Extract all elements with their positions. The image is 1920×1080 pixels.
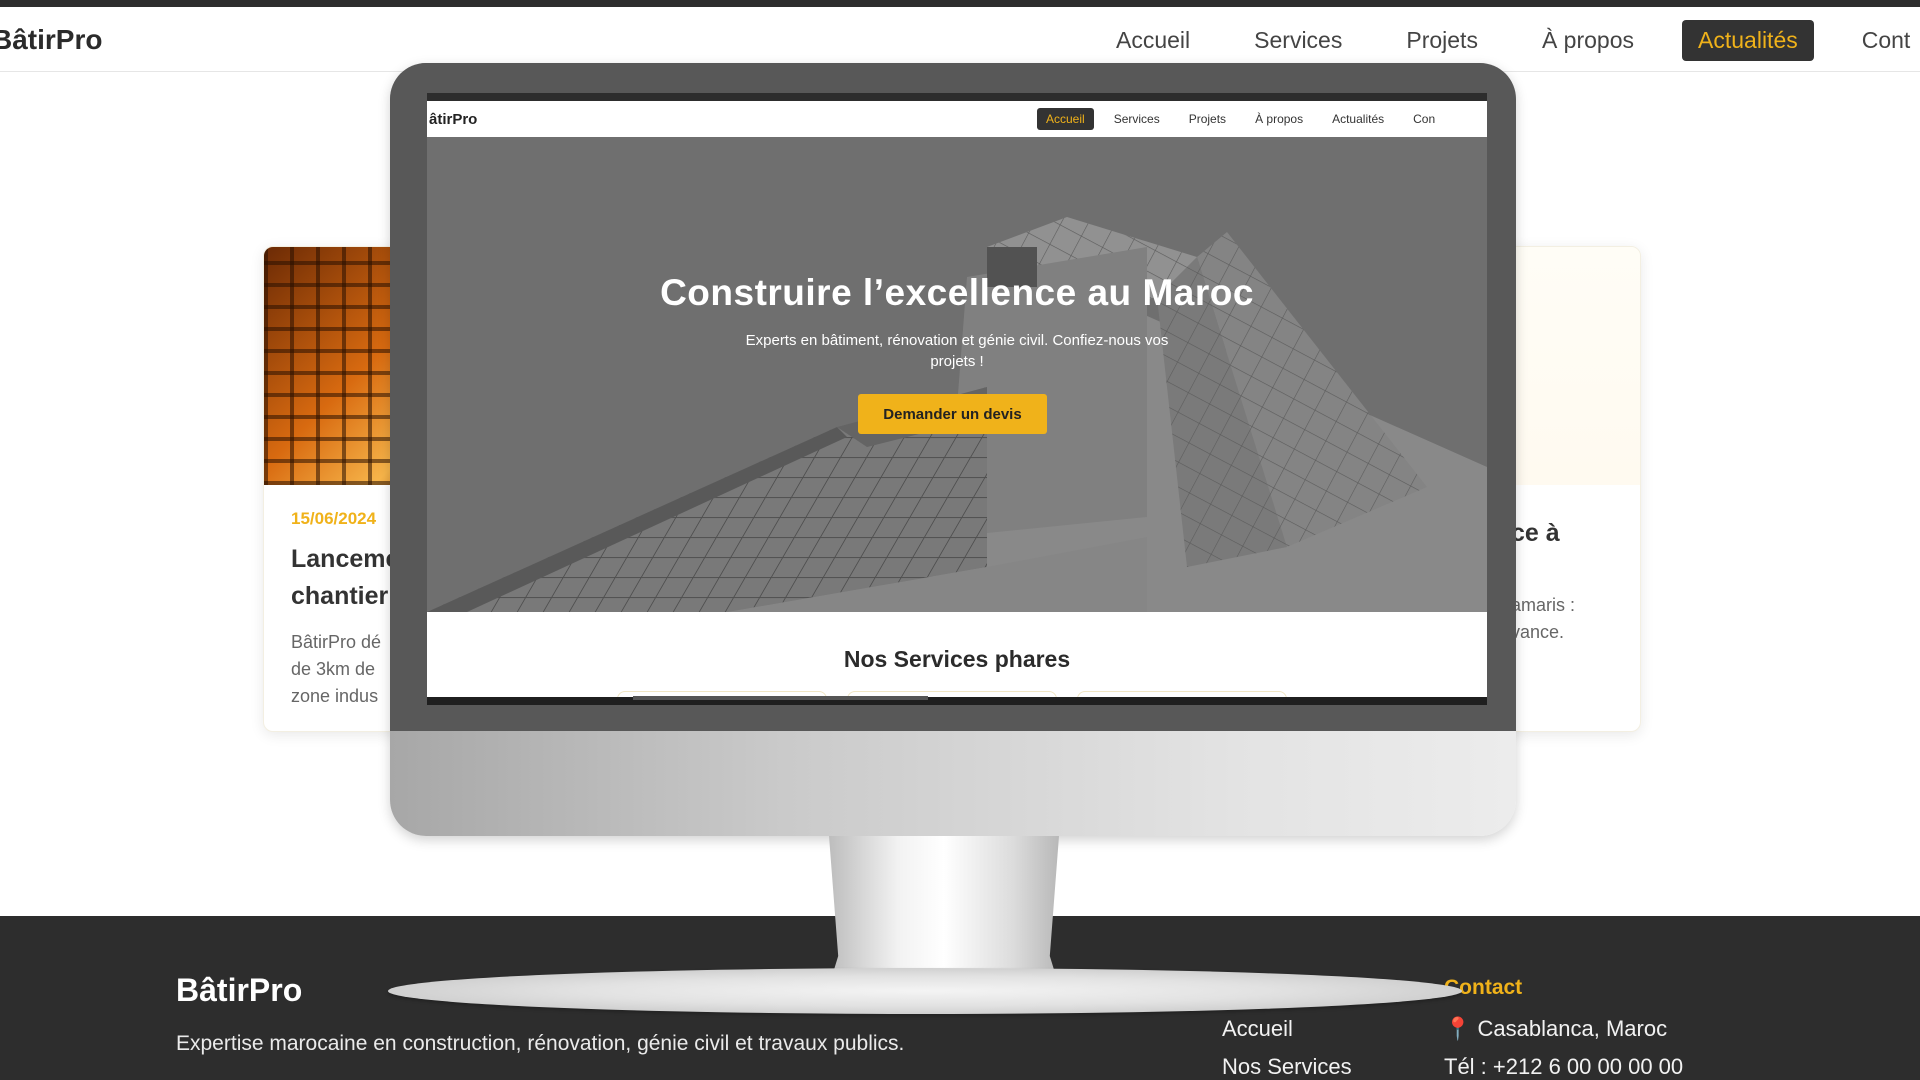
footer-link-services[interactable]: Nos Services [1222, 1054, 1352, 1080]
hero-building-image [427, 137, 1487, 612]
hero-title: Construire l’excellence au Maroc [660, 272, 1254, 313]
footer-logo: BâtirPro [176, 972, 303, 1008]
main-nav: Accueil Services Projets À propos Actual… [1100, 20, 1920, 61]
nav-link-contact[interactable]: Cont [1846, 20, 1920, 61]
screen-nav-actualites[interactable]: Actualités [1323, 108, 1393, 130]
nav-link-accueil[interactable]: Accueil [1100, 20, 1206, 61]
services-heading: Nos Services phares [843, 646, 1071, 672]
footer-contact: Contact 📍 Casablanca, Maroc Tél : +212 6… [1444, 976, 1683, 1080]
monitor-bezel: âtirPro Accueil Services Projets À propo… [390, 63, 1516, 731]
top-strip [0, 0, 1920, 7]
nav-link-projets[interactable]: Projets [1390, 20, 1494, 61]
screen-bottom-edge [427, 697, 1487, 705]
footer-description: Expertise marocaine en construction, rén… [176, 1032, 905, 1055]
monitor-mockup: âtirPro Accueil Services Projets À propo… [390, 63, 1516, 836]
footer-links: Accueil Nos Services [1222, 1016, 1352, 1080]
nav-link-services[interactable]: Services [1238, 20, 1358, 61]
screen-logo[interactable]: âtirPro [429, 111, 477, 128]
screen-scroll-indicator [633, 696, 928, 700]
screen-top-strip [427, 93, 1487, 101]
hero-subtitle: Experts en bâtiment, rénovation et génie… [427, 330, 1487, 372]
nav-link-actualites[interactable]: Actualités [1682, 20, 1814, 61]
monitor-stand-base [388, 968, 1462, 1014]
screen-nav-a-propos[interactable]: À propos [1246, 108, 1312, 130]
quote-request-button[interactable]: Demander un devis [858, 394, 1047, 434]
footer-address-text: Casablanca, Maroc [1477, 1016, 1668, 1041]
screen-nav-contact[interactable]: Con [1404, 108, 1444, 130]
site-logo[interactable]: BâtirPro [0, 24, 102, 56]
screen-nav-projets[interactable]: Projets [1180, 108, 1235, 130]
screen-nav-accueil[interactable]: Accueil [1037, 108, 1094, 130]
news-card-excerpt-line: amaris : [1511, 595, 1576, 615]
footer-address: 📍 Casablanca, Maroc [1444, 1016, 1683, 1042]
pin-icon: 📍 [1444, 1016, 1472, 1041]
screen-nav: Accueil Services Projets À propos Actual… [1037, 108, 1455, 130]
news-card-excerpt: amaris : vance. [1511, 592, 1613, 646]
news-card-excerpt-line: vance. [1511, 622, 1565, 642]
footer-link-accueil[interactable]: Accueil [1222, 1016, 1352, 1042]
footer-phone[interactable]: Tél : +212 6 00 00 00 00 [1444, 1054, 1683, 1080]
hero-subtitle-text: Experts en bâtiment, rénovation et génie… [745, 332, 1169, 370]
screen-header: âtirPro Accueil Services Projets À propo… [427, 101, 1487, 137]
monitor-stand-neck [829, 836, 1059, 986]
screen-nav-services[interactable]: Services [1105, 108, 1169, 130]
news-card-title: ce à [1511, 519, 1560, 547]
footer-contact-heading: Contact [1444, 976, 1523, 999]
hero-section: Construire l’excellence au Maroc Experts… [427, 137, 1487, 612]
nav-link-a-propos[interactable]: À propos [1526, 20, 1650, 61]
monitor-screen: âtirPro Accueil Services Projets À propo… [427, 93, 1487, 705]
